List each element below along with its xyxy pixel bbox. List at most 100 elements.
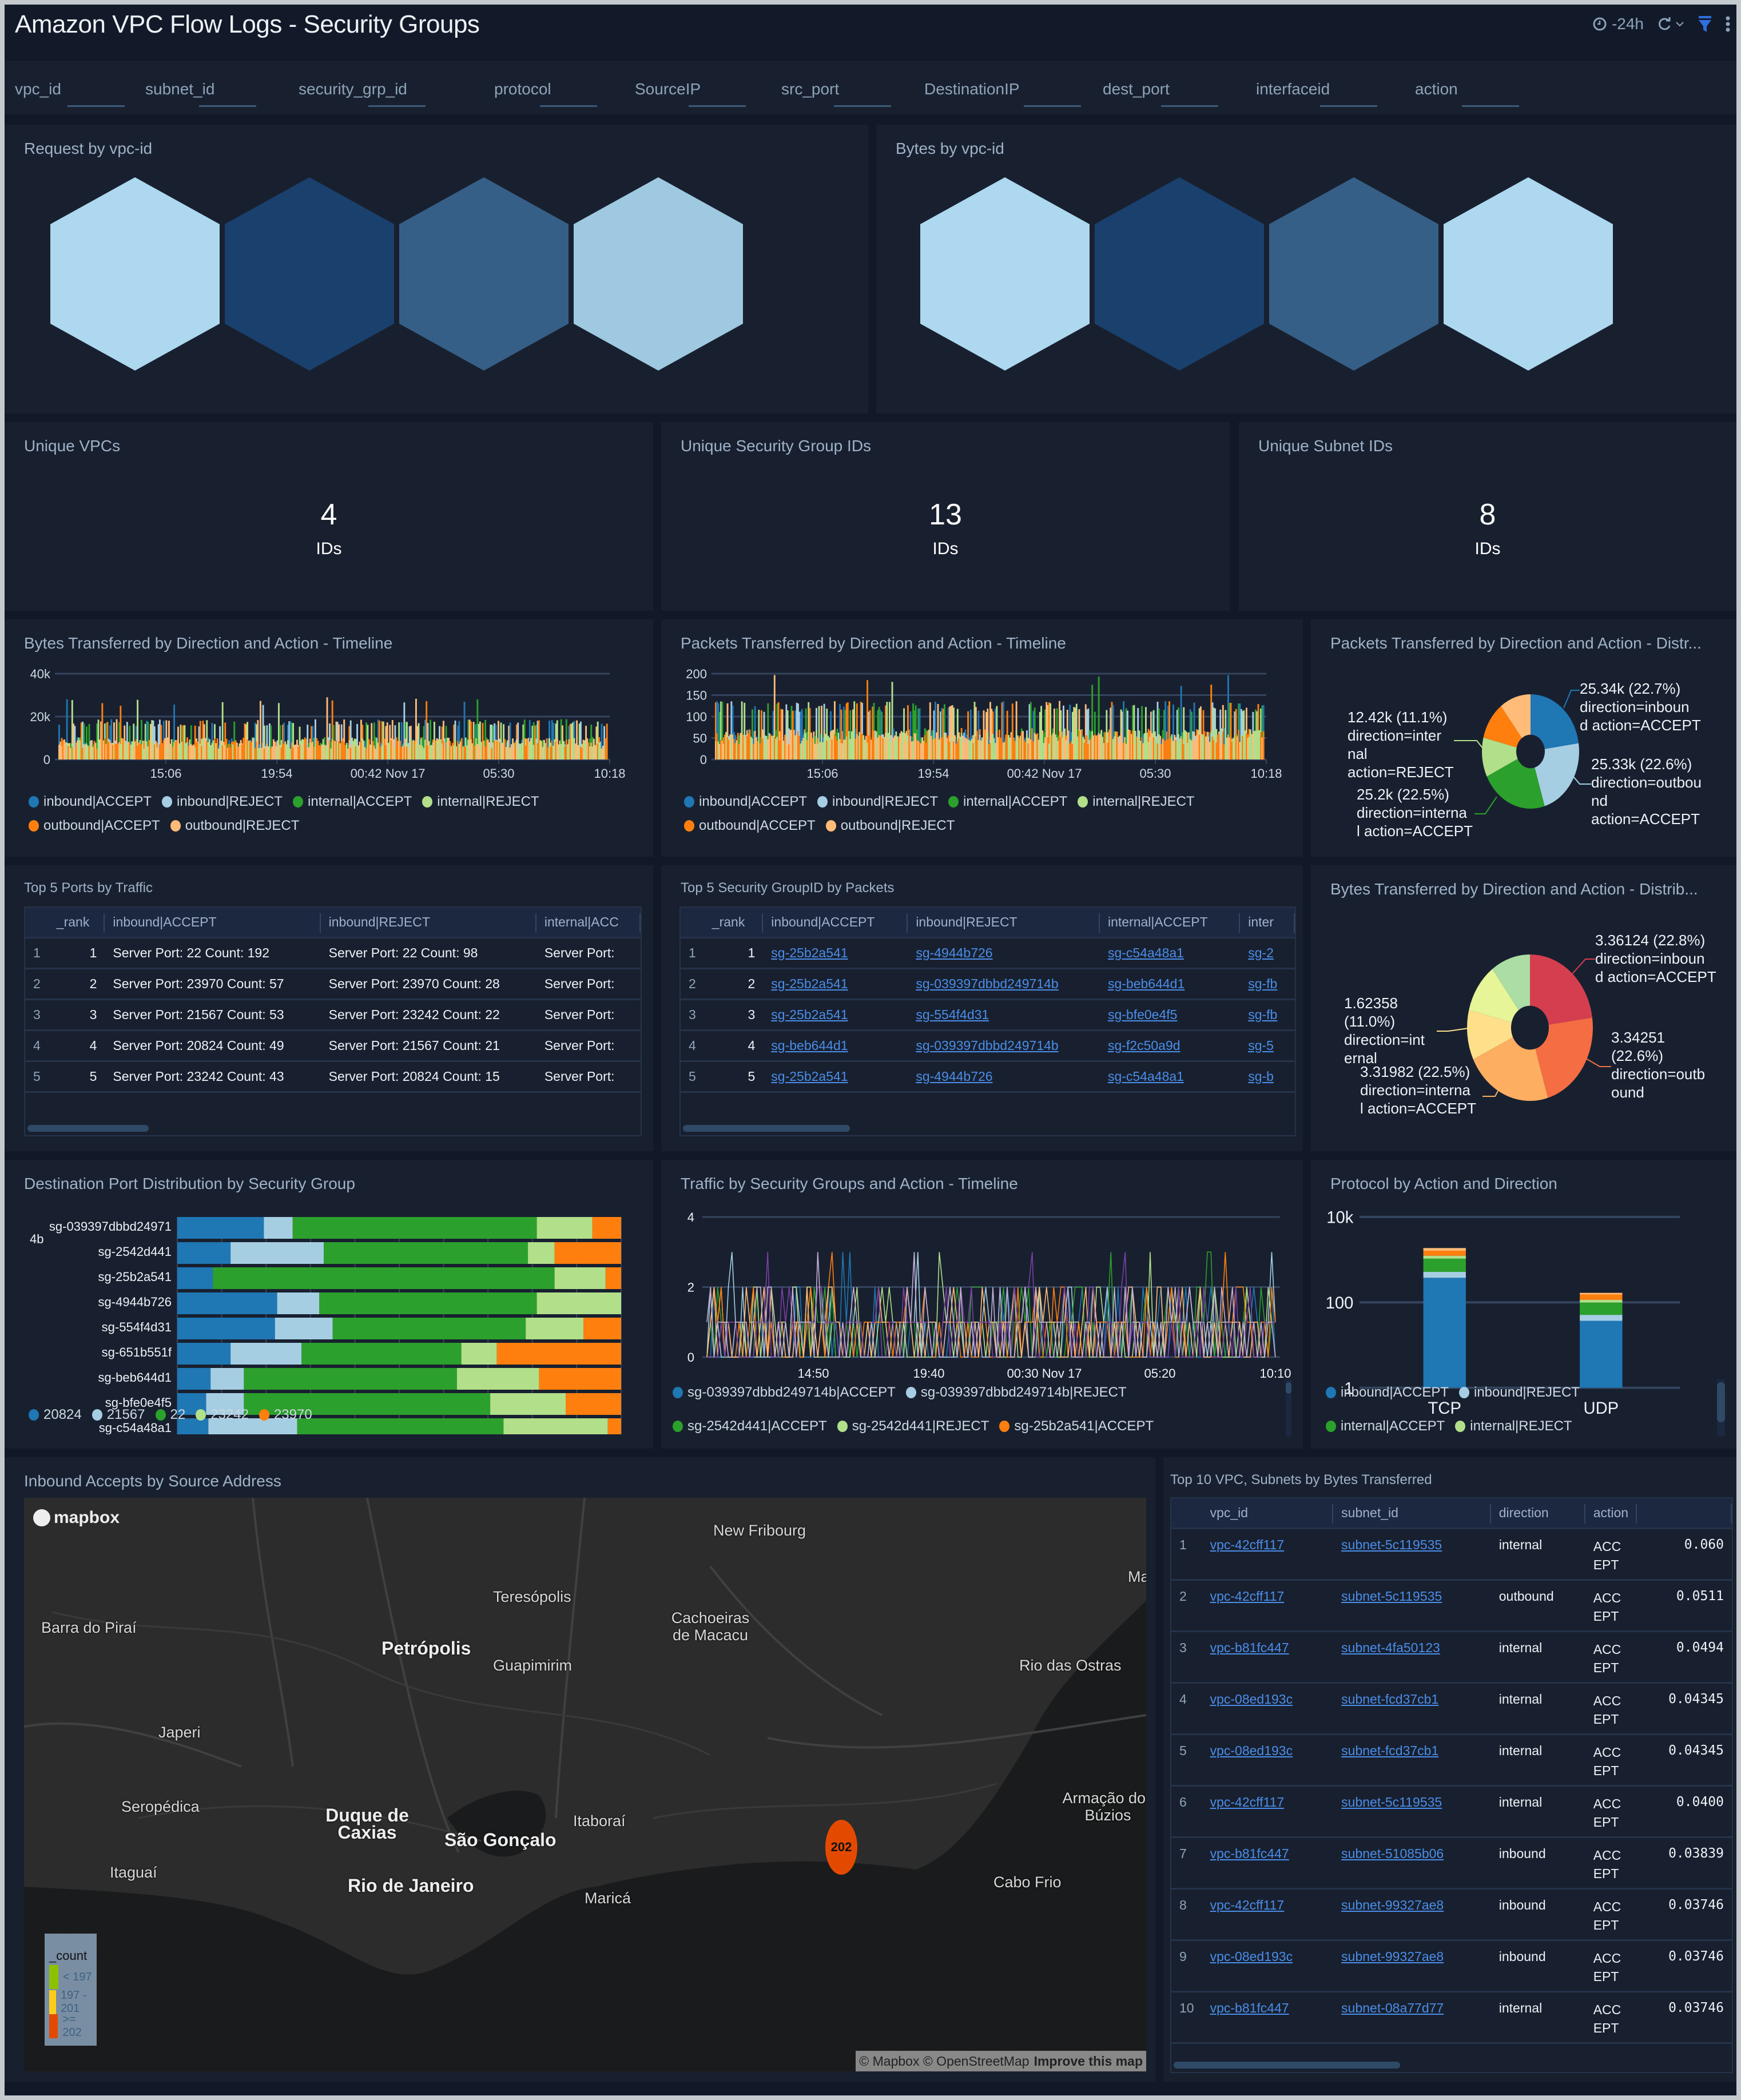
pie-slice[interactable] (1530, 954, 1592, 1025)
filter-input-underline[interactable] (1320, 105, 1377, 107)
filter-icon[interactable] (1698, 15, 1712, 33)
legend-item[interactable]: internal|REJECT (1078, 794, 1195, 810)
subnet-link[interactable]: subnet-99327ae8 (1341, 1898, 1444, 1912)
table-row[interactable]: 7 vpc-b81fc447 subnet-51085b06 inbound ACCEP… (1171, 1837, 1732, 1890)
vpc-link[interactable]: vpc-b81fc447 (1210, 2000, 1289, 2015)
security-group-link[interactable]: sg-25b2a541 (771, 1069, 848, 1084)
table-row[interactable]: 4 4 sg-beb644d1 sg-039397dbbd249714b sg-f2c5… (681, 1030, 1295, 1062)
column-header[interactable]: direction (1490, 1498, 1585, 1529)
filter-subnet-id[interactable]: subnet_id (145, 61, 299, 114)
refresh-button[interactable] (1656, 16, 1685, 32)
cluster-marker[interactable]: 202 (825, 1820, 857, 1875)
vpc-hexagon[interactable] (50, 177, 220, 371)
column-header[interactable]: inbound|ACCEPT (763, 908, 908, 938)
column-header[interactable]: action (1585, 1498, 1637, 1529)
bar-segment[interactable] (177, 1368, 211, 1390)
vpc-hexagon[interactable] (1269, 177, 1438, 371)
column-header[interactable]: inter (1240, 908, 1295, 938)
filter-dest-port[interactable]: dest_port (1103, 61, 1256, 114)
bar-segment[interactable] (583, 1318, 621, 1339)
map[interactable]: mapbox New Fribourg Teresópolis Barra do P… (24, 1498, 1146, 2071)
dest-port-bar-chart[interactable]: sg-039397dbbd24971 4b sg-2542d441 sg-25b2a5… (5, 1194, 653, 1434)
column-header[interactable]: _rank (703, 908, 764, 938)
legend-item[interactable]: inbound|ACCEPT (1326, 1379, 1449, 1405)
legend-item[interactable]: outbound|ACCEPT (29, 818, 160, 834)
vpc-hexagon[interactable] (399, 177, 569, 371)
bar-segment[interactable] (1580, 1294, 1623, 1300)
table-row[interactable]: 8 vpc-42cff117 subnet-99327ae8 inbound ACCEP… (1171, 1888, 1732, 1941)
table-row[interactable]: 5 vpc-08ed193c subnet-fcd37cb1 internal ACCE… (1171, 1734, 1732, 1787)
vpc-link[interactable]: vpc-b81fc447 (1210, 1640, 1289, 1655)
security-group-link[interactable]: sg-beb644d1 (1108, 976, 1184, 991)
security-group-link[interactable]: sg-25b2a541 (771, 945, 848, 960)
column-header[interactable]: inbound|REJECT (320, 908, 537, 938)
horizontal-scrollbar[interactable] (1174, 2062, 1400, 2069)
bar-segment[interactable] (536, 1292, 621, 1314)
filter-input-underline[interactable] (689, 105, 746, 107)
bar-segment[interactable] (554, 1267, 606, 1289)
legend-item[interactable]: internal|REJECT (422, 794, 539, 810)
table-row[interactable]: 3 vpc-b81fc447 subnet-4fa50123 internal ACCE… (1171, 1631, 1732, 1684)
bar-segment[interactable] (292, 1217, 537, 1239)
legend-item[interactable]: internal|ACCEPT (1326, 1413, 1445, 1439)
legend-scrollbar[interactable] (1286, 1379, 1291, 1437)
bar-segment[interactable] (277, 1292, 320, 1314)
vpc-hexagon[interactable] (1095, 177, 1264, 371)
bar-segment[interactable] (264, 1217, 293, 1239)
bar-segment[interactable] (1580, 1292, 1623, 1295)
filter-input-underline[interactable] (1024, 105, 1081, 107)
bar-segment[interactable] (177, 1343, 231, 1365)
legend-item[interactable]: sg-2542d441|REJECT (837, 1413, 989, 1439)
security-group-link[interactable]: sg-beb644d1 (771, 1038, 848, 1053)
table-row[interactable]: 4 vpc-08ed193c subnet-fcd37cb1 internal ACCE… (1171, 1683, 1732, 1735)
bar-segment[interactable] (332, 1318, 526, 1339)
subnet-link[interactable]: subnet-08a77d77 (1341, 2000, 1444, 2015)
bar-segment[interactable] (461, 1343, 497, 1365)
filter-input-underline[interactable] (199, 105, 256, 107)
sg-traffic-timeline-chart[interactable]: 0 2 4 14:50 19:40 00:30 Nov 17 05:20 10:10 (661, 1200, 1303, 1383)
filter-input-underline[interactable] (1462, 105, 1519, 107)
table-row[interactable]: 2 2 Server Port: 23970 Count: 57 Server Por… (25, 968, 641, 1000)
security-group-link[interactable]: sg-fb (1248, 1007, 1277, 1022)
bar-segment[interactable] (1423, 1272, 1466, 1278)
filter-input-underline[interactable] (834, 105, 891, 107)
vpc-hexagon[interactable] (225, 177, 394, 371)
pie-slice[interactable] (1531, 694, 1579, 749)
horizontal-scrollbar[interactable] (683, 1125, 850, 1132)
bar-segment[interactable] (1423, 1250, 1466, 1256)
column-header[interactable] (1636, 1498, 1732, 1529)
table-row[interactable]: 3 3 Server Port: 21567 Count: 53 Server Por… (25, 999, 641, 1031)
security-group-link[interactable]: sg-5 (1248, 1038, 1274, 1053)
filter-input-underline[interactable] (67, 105, 125, 107)
time-range-button[interactable]: -24h (1592, 15, 1644, 33)
table-row[interactable]: 5 5 Server Port: 23242 Count: 43 Server Por… (25, 1061, 641, 1093)
bar-segment[interactable] (301, 1343, 462, 1365)
security-group-link[interactable]: sg-039397dbbd249714b (916, 1038, 1058, 1053)
vpc-link[interactable]: vpc-b81fc447 (1210, 1846, 1289, 1861)
column-header[interactable]: internal|ACCEPT (1099, 908, 1241, 938)
column-header[interactable]: inbound|REJECT (908, 908, 1100, 938)
column-header[interactable]: _rank (48, 908, 105, 938)
bar-segment[interactable] (177, 1267, 213, 1289)
vpc-link[interactable]: vpc-08ed193c (1210, 1949, 1293, 1964)
subnet-link[interactable]: subnet-51085b06 (1341, 1846, 1444, 1861)
filter-src-port[interactable]: src_port (781, 61, 924, 114)
vpc-link[interactable]: vpc-08ed193c (1210, 1743, 1293, 1758)
security-group-link[interactable]: sg-c54a48a1 (1108, 945, 1184, 960)
legend-item[interactable]: 21567 (92, 1407, 145, 1423)
subnet-link[interactable]: subnet-5c119535 (1341, 1589, 1442, 1604)
bar-segment[interactable] (1423, 1258, 1466, 1272)
security-group-link[interactable]: sg-f2c50a9d (1108, 1038, 1180, 1053)
bar-segment[interactable] (539, 1368, 621, 1390)
legend-item[interactable]: inbound|REJECT (817, 794, 938, 810)
bar-segment[interactable] (244, 1368, 457, 1390)
legend-item[interactable]: sg-039397dbbd249714b|REJECT (905, 1379, 1127, 1405)
legend-item[interactable]: 20824 (29, 1407, 82, 1423)
filter-protocol[interactable]: protocol (494, 61, 635, 114)
security-group-link[interactable]: sg-fb (1248, 976, 1277, 991)
bar-segment[interactable] (526, 1318, 584, 1339)
bar-segment[interactable] (1423, 1248, 1466, 1251)
legend-item[interactable]: inbound|REJECT (1459, 1379, 1580, 1405)
filter-destinationip[interactable]: DestinationIP (924, 61, 1103, 114)
bar-segment[interactable] (605, 1267, 621, 1289)
